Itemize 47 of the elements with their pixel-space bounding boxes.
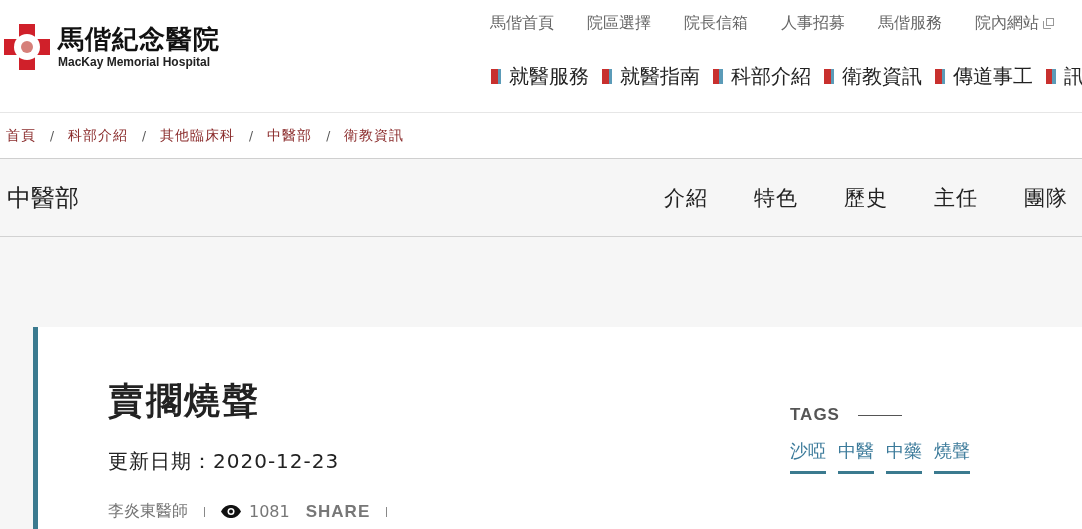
tag-link[interactable]: 中藥 (886, 439, 922, 474)
top-link[interactable]: 人事招募 (781, 12, 845, 34)
breadcrumb-separator: / (142, 128, 147, 143)
eye-icon (221, 505, 241, 518)
author: 李炎東醫師 (108, 501, 188, 522)
breadcrumb-link[interactable]: 衛教資訊 (344, 126, 405, 145)
tags-heading: TAGS (790, 405, 840, 425)
hospital-subtitle: MacKay Memorial Hospital (58, 55, 212, 69)
nav-marker-icon (602, 69, 612, 84)
main-nav-item[interactable]: 傳道事工 (935, 63, 1033, 90)
breadcrumb-link[interactable]: 其他臨床科 (160, 126, 236, 145)
nav-marker-icon (1046, 69, 1056, 84)
department-tab[interactable]: 歷史 (844, 183, 888, 212)
update-date: 更新日期：2020-12-23 (108, 448, 341, 475)
main-nav-item[interactable]: 科部介紹 (713, 63, 811, 90)
main-nav-item[interactable]: 衛教資訊 (824, 63, 922, 90)
department-tab[interactable]: 特色 (754, 183, 798, 212)
breadcrumb-link[interactable]: 科部介紹 (68, 126, 129, 145)
top-link[interactable]: 院長信箱 (684, 12, 748, 34)
main-nav-item[interactable]: 就醫指南 (602, 63, 700, 90)
top-link[interactable]: 院內網站 (975, 12, 1054, 34)
department-tab[interactable]: 團隊 (1024, 183, 1068, 212)
main-nav-item[interactable]: 就醫服務 (491, 63, 589, 90)
breadcrumb-link[interactable]: 中醫部 (267, 126, 313, 145)
top-link[interactable]: 馬偕首頁 (490, 12, 554, 34)
share-link[interactable]: SHARE (305, 501, 371, 522)
tag-link[interactable]: 燒聲 (934, 439, 970, 474)
nav-marker-icon (824, 69, 834, 84)
breadcrumb-separator: / (326, 128, 331, 143)
tag-link[interactable]: 沙啞 (790, 439, 826, 474)
department-title: 中醫部 (7, 182, 79, 214)
view-count: 1081 (249, 502, 290, 521)
department-tab[interactable]: 主任 (934, 183, 978, 212)
breadcrumb-separator: / (249, 128, 254, 143)
external-link-icon (1043, 17, 1054, 29)
department-tab[interactable]: 介紹 (664, 183, 708, 212)
top-link[interactable]: 馬偕服務 (878, 12, 942, 34)
article-title: 賣擱燒聲 (108, 379, 261, 423)
nav-marker-icon (491, 69, 501, 84)
tag-link[interactable]: 中醫 (838, 439, 874, 474)
cross-logo-icon (4, 24, 50, 70)
nav-marker-icon (935, 69, 945, 84)
hospital-name: 馬偕紀念醫院 (58, 25, 220, 55)
top-link[interactable]: 院區選擇 (587, 12, 651, 34)
breadcrumb-separator: / (50, 128, 55, 143)
nav-marker-icon (713, 69, 723, 84)
breadcrumb-link[interactable]: 首頁 (6, 126, 36, 145)
